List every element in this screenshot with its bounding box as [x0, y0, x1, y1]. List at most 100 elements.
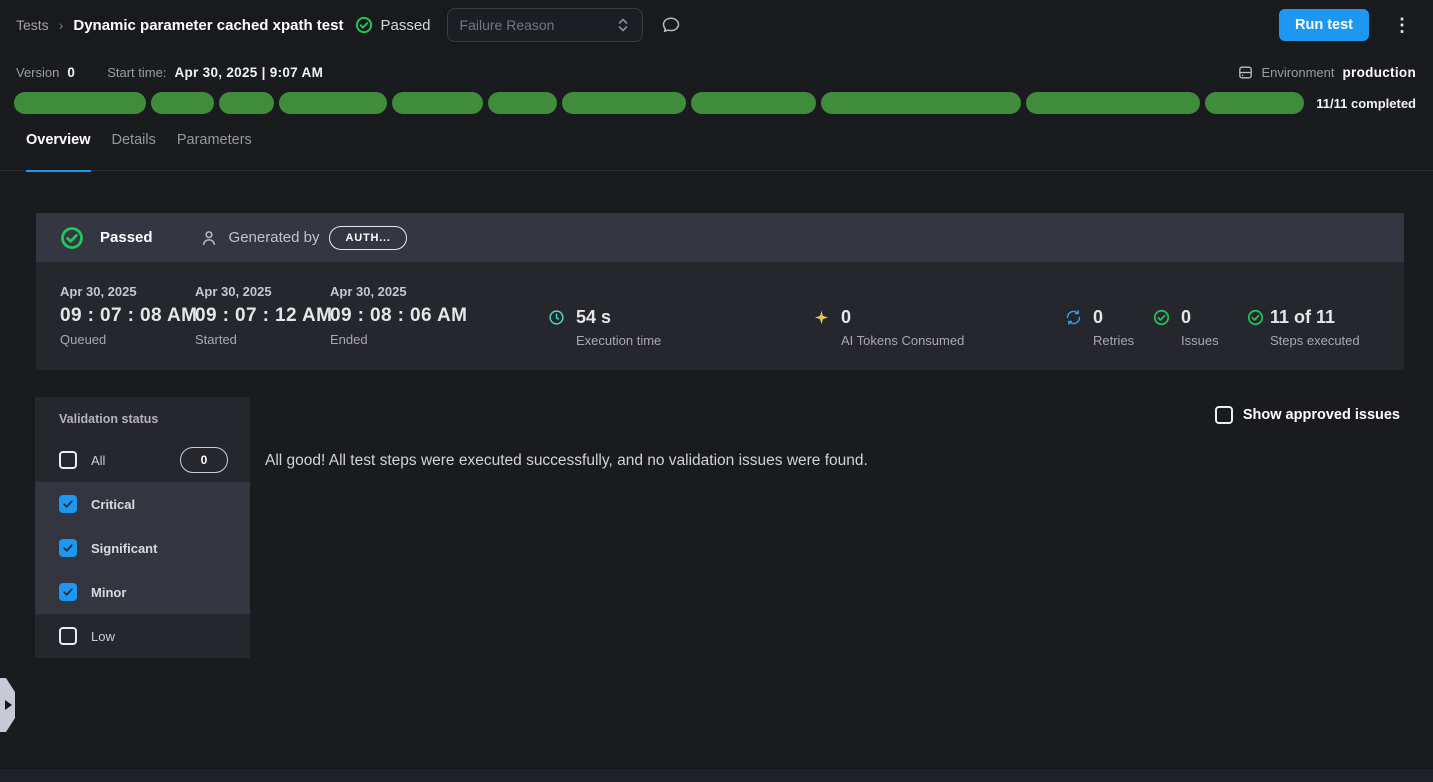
progress-segment [691, 92, 816, 114]
checkbox-show-approved[interactable] [1215, 406, 1233, 424]
kebab-menu-icon[interactable]: ⋮ [1387, 12, 1417, 38]
retries-metric: 0 Retries [1065, 308, 1134, 348]
progress-row: 11/11 completed [14, 92, 1416, 114]
all-good-message: All good! All test steps were executed s… [265, 452, 868, 470]
checkbox-low[interactable] [59, 627, 77, 645]
check-circle-icon [1247, 309, 1264, 326]
filter-row-critical[interactable]: Critical [35, 482, 250, 526]
ai-tokens-label: AI Tokens Consumed [841, 334, 964, 348]
environment-label: Environment [1262, 65, 1335, 80]
select-chevrons-icon [616, 17, 630, 33]
summary-status-label: Passed [100, 229, 153, 246]
progress-segment [562, 92, 687, 114]
steps-executed-label: Steps executed [1270, 334, 1360, 348]
check-icon [62, 498, 74, 510]
filter-row-low[interactable]: Low [35, 614, 250, 658]
issues-value: 0 [1181, 308, 1219, 327]
chevron-right-icon [5, 700, 12, 710]
validation-status-panel: Validation status All 0 Critical Si [35, 397, 250, 658]
retries-value: 0 [1093, 308, 1134, 327]
generated-by: Generated by AUTH... [199, 226, 407, 250]
environment: Environment production [1237, 64, 1416, 81]
show-approved-issues[interactable]: Show approved issues [1215, 406, 1400, 424]
issues-label: Issues [1181, 334, 1219, 348]
comment-button[interactable] [661, 15, 681, 35]
issues-count-badge[interactable]: 0 [180, 447, 228, 473]
queued-label: Queued [60, 333, 195, 347]
tab-details[interactable]: Details [112, 132, 156, 172]
start-time: Start time: Apr 30, 2025 | 9:07 AM [107, 65, 323, 80]
progress-bar [14, 92, 1304, 114]
progress-segment [488, 92, 557, 114]
sparkle-icon [813, 309, 830, 326]
progress-segment [821, 92, 1022, 114]
summary-card-header: Passed Generated by AUTH... [36, 213, 1404, 262]
progress-segment [279, 92, 387, 114]
steps-executed-value: 11 of 11 [1270, 308, 1360, 327]
progress-segment [392, 92, 483, 114]
checkbox-all[interactable] [59, 451, 77, 469]
issues-metric: 0 Issues [1153, 308, 1219, 348]
tab-overview[interactable]: Overview [26, 132, 91, 172]
progress-segment [1026, 92, 1200, 114]
filter-row-minor[interactable]: Minor [35, 570, 250, 614]
tab-bar: Overview Details Parameters [0, 132, 1433, 171]
environment-value: production [1343, 65, 1417, 80]
top-bar: Tests › Dynamic parameter cached xpath t… [0, 0, 1433, 50]
show-approved-label: Show approved issues [1243, 407, 1400, 423]
checkbox-critical[interactable] [59, 495, 77, 513]
progress-segment [219, 92, 274, 114]
execution-time-label: Execution time [576, 334, 661, 348]
started-value: 09 : 07 : 12 AM [195, 306, 330, 326]
execution-time-value: 54 s [576, 308, 661, 327]
summary-card-body: Apr 30, 2025 09 : 07 : 08 AM Queued Apr … [36, 262, 1404, 370]
ended-value: 09 : 08 : 06 AM [330, 306, 465, 326]
start-time-value: Apr 30, 2025 | 9:07 AM [174, 65, 323, 80]
queued-time: Apr 30, 2025 09 : 07 : 08 AM Queued [60, 284, 195, 347]
bottom-scrollbar-track[interactable] [0, 770, 1433, 782]
sidebar-expand-handle[interactable] [0, 678, 15, 732]
status-badge: Passed [355, 16, 430, 34]
filter-label-significant: Significant [91, 541, 157, 556]
clock-icon [548, 309, 565, 326]
failure-reason-select[interactable]: Failure Reason [447, 8, 643, 42]
filter-label-all: All [91, 453, 105, 468]
generated-by-label: Generated by [229, 229, 320, 246]
version-value: 0 [67, 65, 75, 80]
summary-card: Passed Generated by AUTH... Apr 30, 2025… [36, 213, 1404, 370]
progress-segment [14, 92, 146, 114]
progress-segment [1205, 92, 1304, 114]
execution-time-metric: 54 s Execution time [548, 308, 661, 348]
filter-row-all[interactable]: All 0 [35, 438, 250, 482]
ai-tokens-value: 0 [841, 308, 964, 327]
run-test-button[interactable]: Run test [1279, 9, 1369, 41]
environment-icon [1237, 64, 1254, 81]
passed-check-icon [355, 16, 373, 34]
validation-status-title: Validation status [35, 397, 250, 426]
progress-completed-text: 11/11 completed [1316, 96, 1416, 111]
check-icon [62, 586, 74, 598]
generated-by-badge[interactable]: AUTH... [329, 226, 406, 250]
steps-executed-metric: 11 of 11 Steps executed [1247, 308, 1360, 348]
checkbox-significant[interactable] [59, 539, 77, 557]
refresh-icon [1065, 309, 1082, 326]
tab-parameters[interactable]: Parameters [177, 132, 252, 172]
ai-tokens-metric: 0 AI Tokens Consumed [813, 308, 964, 348]
filter-label-low: Low [91, 629, 115, 644]
check-icon [62, 542, 74, 554]
status-label: Passed [380, 17, 430, 34]
filter-label-minor: Minor [91, 585, 126, 600]
breadcrumb-separator-icon: › [59, 17, 64, 33]
person-icon [199, 228, 219, 248]
checkbox-minor[interactable] [59, 583, 77, 601]
page-title: Dynamic parameter cached xpath test [73, 17, 343, 34]
started-date: Apr 30, 2025 [195, 284, 330, 300]
queued-value: 09 : 07 : 08 AM [60, 306, 195, 326]
retries-label: Retries [1093, 334, 1134, 348]
ended-date: Apr 30, 2025 [330, 284, 465, 300]
filter-row-significant[interactable]: Significant [35, 526, 250, 570]
ended-label: Ended [330, 333, 465, 347]
breadcrumb-tests[interactable]: Tests [16, 17, 49, 33]
filter-option-group: Critical Significant Minor [35, 482, 250, 614]
queued-date: Apr 30, 2025 [60, 284, 195, 300]
